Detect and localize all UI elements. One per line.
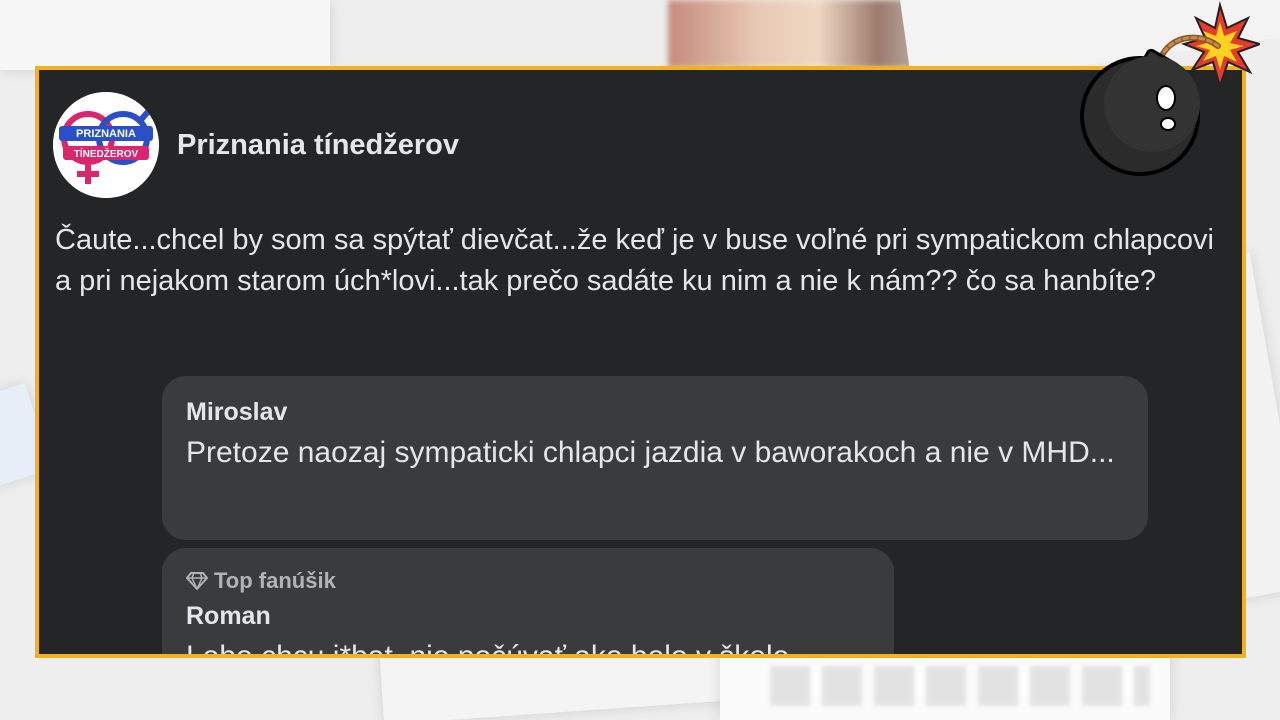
comment-author[interactable]: Roman <box>186 600 870 632</box>
background-blurred-text <box>770 666 1150 706</box>
bomb-icon <box>1080 1 1260 176</box>
page-name[interactable]: Priznania tínedžerov <box>177 129 459 162</box>
badge-label: Top fanúšik <box>214 568 336 593</box>
comment: Miroslav Pretoze naozaj sympaticki chlap… <box>162 376 1148 540</box>
avatar-text-bottom: TÍNEDŽEROV <box>74 147 139 160</box>
top-fan-badge: Top fanúšik <box>186 566 870 596</box>
comment: Top fanúšik Roman Lebo chcu j*bat, nie p… <box>162 548 894 658</box>
diamond-icon <box>186 572 208 590</box>
comment-text: Lebo chcu j*bat, nie počúvať ako bolo v … <box>186 640 790 658</box>
post-header: PRIZNANIA TÍNEDŽEROV Priznania tínedžero… <box>53 92 459 198</box>
background-card <box>0 0 330 70</box>
post-text: Čaute...chcel by som sa spýtať dievčat..… <box>55 224 1214 297</box>
post-frame: PRIZNANIA TÍNEDŽEROV Priznania tínedžero… <box>35 66 1246 658</box>
avatar-text-top: PRIZNANIA <box>76 128 136 140</box>
page-logo-icon: PRIZNANIA TÍNEDŽEROV <box>53 92 159 198</box>
comment-author[interactable]: Miroslav <box>186 396 1124 428</box>
comment-text: Pretoze naozaj sympaticki chlapci jazdia… <box>186 436 1115 469</box>
avatar[interactable]: PRIZNANIA TÍNEDŽEROV <box>53 92 159 198</box>
